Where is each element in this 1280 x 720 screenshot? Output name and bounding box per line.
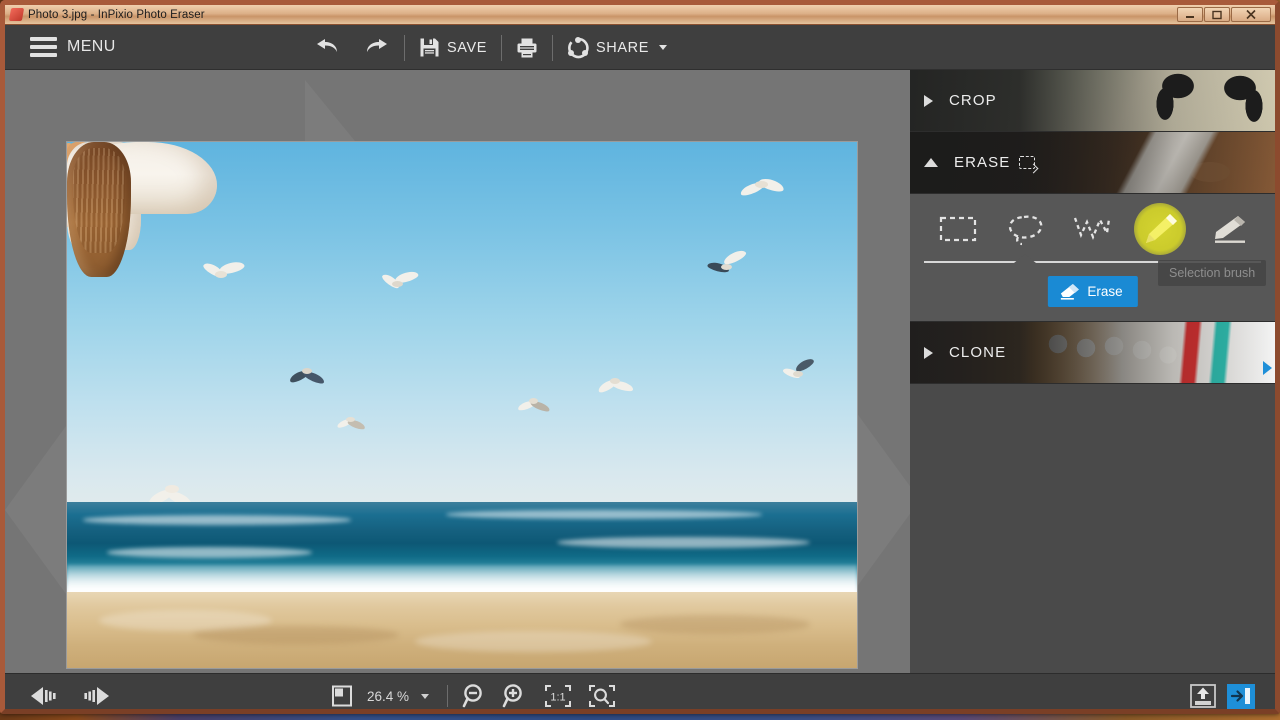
- erase-button-label: Erase: [1087, 284, 1122, 299]
- toolbar-separator: [501, 35, 502, 61]
- tool-tooltip: Selection brush: [1158, 260, 1266, 286]
- bottom-separator: [447, 685, 448, 707]
- printer-icon: [516, 37, 538, 59]
- ocean-wave: [446, 510, 762, 518]
- tool-lasso-selection[interactable]: [998, 203, 1052, 255]
- hamburger-icon: [30, 37, 57, 57]
- section-header-erase[interactable]: ERASE: [910, 132, 1275, 194]
- ocean-wave: [83, 515, 352, 524]
- chevron-right-icon: [924, 95, 933, 107]
- print-button[interactable]: [504, 25, 550, 70]
- title-bar[interactable]: Photo 3.jpg - InPixio Photo Eraser: [5, 5, 1275, 25]
- share-label: SHARE: [596, 40, 649, 56]
- toggle-right-panel-button[interactable]: [1227, 684, 1255, 709]
- image-canvas[interactable]: [5, 70, 910, 673]
- redo-arrow-icon: [364, 38, 390, 58]
- zoom-controls: 26.4 %: [330, 674, 616, 714]
- toolbar-separator: [404, 35, 405, 61]
- tools-panel: CROP ERASE: [910, 70, 1275, 673]
- toolbar-actions: SAVE: [302, 25, 679, 70]
- fit-to-screen-button[interactable]: [588, 684, 616, 708]
- erase-panel-body: Selection brush Erase: [910, 194, 1275, 322]
- zoom-level-value: 26.4 %: [367, 689, 409, 704]
- tool-eraser-brush[interactable]: [1200, 203, 1254, 255]
- menu-button[interactable]: MENU: [30, 37, 116, 57]
- toolbar-separator: [552, 35, 553, 61]
- actual-size-button[interactable]: 1:1: [544, 684, 572, 708]
- minimize-button[interactable]: [1177, 7, 1203, 22]
- undo-button[interactable]: [302, 25, 352, 70]
- share-button[interactable]: SHARE: [555, 25, 679, 70]
- panel-collapse-triangle-icon[interactable]: [1263, 361, 1272, 375]
- ocean-wave: [557, 537, 810, 549]
- selected-tool-notch-icon: [1014, 254, 1036, 263]
- hair: [67, 142, 131, 277]
- sand-shadow: [620, 615, 810, 633]
- application-window: Photo 3.jpg - InPixio Photo Eraser MENU: [0, 0, 1280, 714]
- caret-down-icon: [659, 45, 667, 50]
- erase-button[interactable]: Erase: [1047, 276, 1137, 307]
- bottom-toolbar: 26.4 %: [5, 673, 1275, 714]
- export-upload-button[interactable]: [1189, 683, 1217, 709]
- erase-tool-row: [910, 198, 1275, 260]
- section-label-crop: CROP: [949, 92, 997, 109]
- save-button[interactable]: SAVE: [407, 25, 499, 70]
- chevron-down-icon: [924, 158, 938, 167]
- tool-polygon-lasso[interactable]: [1065, 203, 1119, 255]
- section-header-crop[interactable]: CROP: [910, 70, 1275, 132]
- bottom-right-actions: [1189, 674, 1255, 714]
- next-image-arrow-icon[interactable]: [77, 685, 111, 707]
- zoom-in-button[interactable]: [502, 683, 528, 709]
- share-nodes-icon: [567, 37, 589, 59]
- selection-badge-icon: [1019, 156, 1035, 169]
- tool-rectangle-selection[interactable]: [931, 203, 985, 255]
- window-controls: [1177, 7, 1271, 22]
- menu-label: MENU: [67, 38, 116, 56]
- redo-button[interactable]: [352, 25, 402, 70]
- section-label-clone: CLONE: [949, 344, 1006, 361]
- image-size-icon[interactable]: [330, 684, 354, 708]
- floppy-disk-icon: [419, 37, 440, 58]
- window-title: Photo 3.jpg - InPixio Photo Eraser: [28, 9, 205, 21]
- image-navigation: [29, 685, 111, 707]
- chevron-right-icon: [924, 347, 933, 359]
- undo-arrow-icon: [314, 38, 340, 58]
- zoom-out-button[interactable]: [462, 683, 488, 709]
- app-eraser-icon: [9, 8, 24, 21]
- main-area: CROP ERASE: [5, 70, 1275, 673]
- ocean-wave: [107, 547, 312, 558]
- photo-image[interactable]: [66, 141, 858, 669]
- previous-image-arrow-icon[interactable]: [29, 685, 63, 707]
- eraser-icon: [1059, 283, 1079, 300]
- svg-text:1:1: 1:1: [550, 692, 565, 704]
- tool-selection-brush[interactable]: [1133, 203, 1187, 255]
- maximize-button[interactable]: [1204, 7, 1230, 22]
- close-button[interactable]: [1231, 7, 1271, 22]
- zoom-dropdown-button[interactable]: [419, 691, 431, 701]
- section-label-erase: ERASE: [954, 154, 1010, 171]
- save-label: SAVE: [447, 40, 487, 56]
- top-toolbar: MENU: [5, 25, 1275, 70]
- section-header-clone[interactable]: CLONE: [910, 322, 1275, 384]
